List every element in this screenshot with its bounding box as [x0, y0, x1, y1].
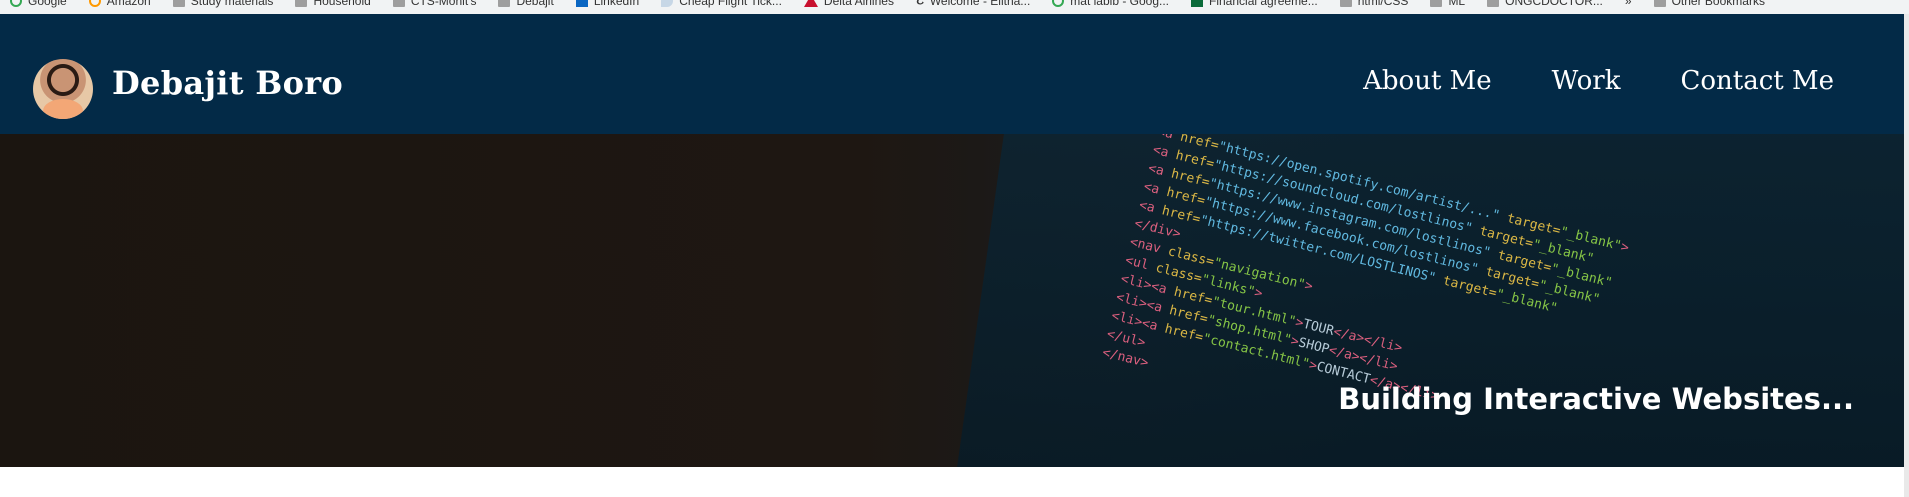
bookmarks-overflow[interactable]: »	[1625, 0, 1632, 8]
bookmark-ml[interactable]: ML	[1430, 0, 1465, 8]
bookmark-linkedin[interactable]: LinkedIn	[575, 0, 639, 8]
folder-icon	[1339, 0, 1352, 7]
nyt-icon: ℰ	[915, 0, 924, 8]
nav-about-me[interactable]: About Me	[1363, 66, 1492, 96]
nav-work[interactable]: Work	[1552, 66, 1621, 96]
overflow-icon: »	[1624, 0, 1632, 8]
site-header: Debajit Boro About Me Work Contact Me	[0, 14, 1904, 134]
avatar[interactable]	[33, 59, 93, 119]
green-icon	[1191, 0, 1204, 7]
bookmark-other-bookmarks[interactable]: Other Bookmarks	[1653, 0, 1765, 8]
folder-icon	[392, 0, 405, 7]
google-icon	[1052, 0, 1065, 7]
linkedin-icon	[575, 0, 588, 7]
bookmark-welcome-elitha[interactable]: ℰ Welcome - Elitha...	[916, 0, 1030, 8]
bookmark-mat-labib[interactable]: mat labib - Goog...	[1052, 0, 1169, 8]
folder-icon	[1653, 0, 1666, 7]
feather-icon	[661, 0, 674, 7]
delta-icon	[803, 0, 818, 7]
folder-icon	[1487, 0, 1500, 7]
bookmark-household[interactable]: Household	[295, 0, 371, 8]
folder-icon	[498, 0, 511, 7]
bookmark-ongcdoctor[interactable]: ONGCDOCTOR...	[1487, 0, 1603, 8]
scrollbar[interactable]	[1904, 14, 1909, 497]
hero-tagline: Building Interactive Websites...	[1338, 382, 1854, 416]
folder-icon	[295, 0, 308, 7]
bookmark-google[interactable]: Google	[10, 0, 67, 8]
bookmark-debajit[interactable]: Debajit	[498, 0, 554, 8]
nav-contact-me[interactable]: Contact Me	[1680, 66, 1834, 96]
main-nav: About Me Work Contact Me	[1363, 66, 1834, 96]
bookmark-html-css[interactable]: html/CSS	[1339, 0, 1408, 8]
bookmarks-bar: Google Amazon Study materials Household …	[0, 0, 1909, 15]
site-title[interactable]: Debajit Boro	[112, 64, 343, 102]
folder-icon	[1430, 0, 1443, 7]
bookmark-delta-airlines[interactable]: Delta Airlines	[803, 0, 894, 8]
folder-icon	[172, 0, 185, 7]
bookmark-cts-mohits[interactable]: CTS-Mohit's	[392, 0, 476, 8]
bookmark-amazon[interactable]: Amazon	[88, 0, 151, 8]
google-icon	[10, 0, 22, 7]
hero-banner: <a href="https://open.spotify.com/artist…	[0, 134, 1904, 467]
bookmark-financial-agreement[interactable]: Financial agreeme...	[1191, 0, 1318, 8]
bookmark-study-materials[interactable]: Study materials	[172, 0, 273, 8]
amazon-icon	[88, 0, 101, 7]
bookmark-cheap-flight[interactable]: Cheap Flight Tick...	[661, 0, 782, 8]
